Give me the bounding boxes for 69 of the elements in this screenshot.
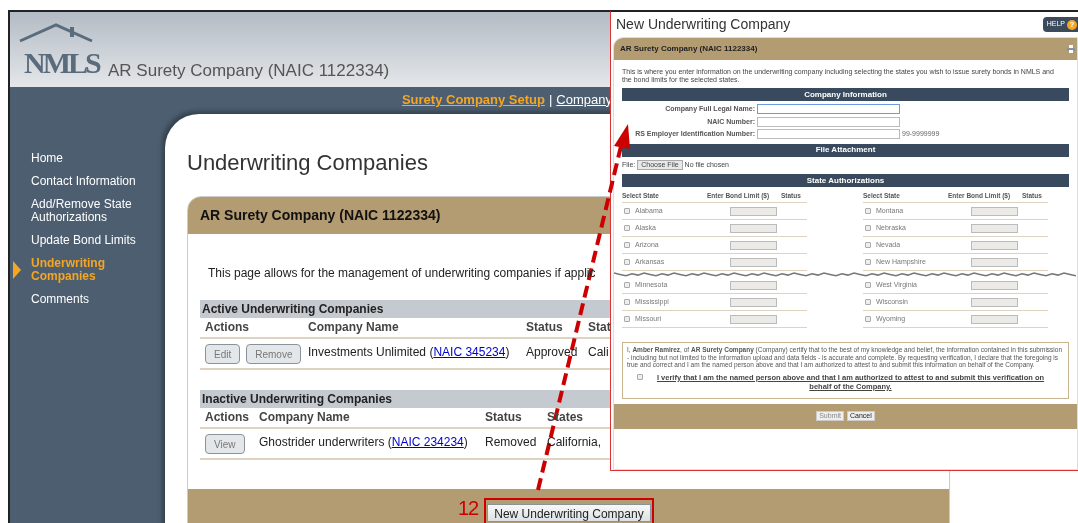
column-header: Status bbox=[485, 409, 523, 426]
bond-limit-field[interactable] bbox=[730, 206, 777, 216]
help-icon: ? bbox=[1067, 19, 1077, 30]
bond-limit-field[interactable] bbox=[971, 206, 1018, 216]
bond-limit-field[interactable] bbox=[971, 257, 1018, 267]
bond-limit-field[interactable] bbox=[730, 297, 777, 307]
bond-limit-field[interactable] bbox=[730, 280, 777, 290]
status-cell-text: Approved bbox=[526, 344, 579, 361]
action-button[interactable]: Remove bbox=[246, 344, 302, 364]
column-header: Actions bbox=[205, 409, 250, 426]
sidebar-item[interactable]: Home bbox=[31, 152, 157, 165]
checkbox[interactable] bbox=[865, 225, 871, 231]
sidebar-item[interactable]: Comments bbox=[31, 293, 157, 306]
page-header-title: AR Surety Company (NAIC 1122334) bbox=[108, 62, 390, 81]
checkbox[interactable] bbox=[865, 316, 871, 322]
column-header: Status bbox=[526, 319, 564, 336]
column-header: States bbox=[547, 409, 584, 426]
input-field[interactable] bbox=[757, 116, 900, 127]
action-button[interactable]: View bbox=[205, 434, 245, 454]
column-header: Company Name bbox=[308, 319, 400, 336]
checkbox[interactable] bbox=[624, 242, 630, 248]
states-cell-text: Cali bbox=[588, 344, 609, 361]
pointer-icon bbox=[13, 261, 21, 279]
bond-limit-field[interactable] bbox=[971, 314, 1018, 324]
checkbox[interactable] bbox=[865, 299, 871, 305]
checkbox[interactable] bbox=[865, 242, 871, 248]
states-cell-text: California, bbox=[547, 434, 602, 451]
bond-limit-field[interactable] bbox=[971, 223, 1018, 233]
bond-limit-field[interactable] bbox=[971, 297, 1018, 307]
checkbox[interactable] bbox=[624, 316, 630, 322]
input-field[interactable] bbox=[757, 129, 900, 140]
checkbox[interactable] bbox=[865, 259, 871, 265]
bond-limit-field[interactable] bbox=[971, 280, 1018, 290]
company-name: Investments Unlimited (NAIC 345234) bbox=[308, 344, 511, 361]
bond-limit-field[interactable] bbox=[730, 257, 777, 267]
sidebar-item[interactable]: Update Bond Limits bbox=[31, 234, 157, 247]
new-company-button[interactable]: New Underwriting Company bbox=[487, 504, 651, 522]
step-number: 12 bbox=[458, 498, 479, 518]
naic-link[interactable]: NAIC 345234 bbox=[433, 345, 506, 359]
sidebar-item[interactable]: Contact Information bbox=[31, 175, 157, 188]
checkbox[interactable] bbox=[624, 282, 630, 288]
section-header: State Authorizations bbox=[622, 174, 1069, 187]
dialog-title: New Underwriting Company bbox=[616, 15, 791, 34]
separator: | bbox=[548, 90, 553, 109]
checkbox[interactable] bbox=[624, 208, 630, 214]
section-header: Company Information bbox=[622, 88, 1069, 101]
bond-limit-field[interactable] bbox=[971, 240, 1018, 250]
printer-icon[interactable] bbox=[1067, 45, 1075, 53]
checkbox[interactable] bbox=[865, 208, 871, 214]
checkbox[interactable] bbox=[637, 373, 643, 380]
input-field[interactable] bbox=[757, 104, 900, 115]
checkbox[interactable] bbox=[624, 299, 630, 305]
checkbox[interactable] bbox=[624, 259, 630, 265]
action-button[interactable]: Edit bbox=[205, 344, 241, 364]
column-header: Company Name bbox=[259, 409, 351, 426]
bond-limit-field[interactable] bbox=[730, 223, 777, 233]
column-header: Actions bbox=[205, 319, 250, 336]
bond-limit-field[interactable] bbox=[730, 240, 777, 250]
checkbox[interactable] bbox=[865, 282, 871, 288]
section-header: File Attachment bbox=[622, 143, 1069, 157]
nav-link[interactable]: Company bbox=[556, 89, 612, 110]
dialog-header-title: AR Surety Company (NAIC 1122334) bbox=[620, 43, 758, 55]
sidebar-item[interactable]: Add/Remove State Authorizations bbox=[31, 198, 157, 224]
bond-limit-field[interactable] bbox=[730, 314, 777, 324]
logo: NMLS bbox=[18, 23, 102, 81]
company-name: Ghostrider underwriters (NAIC 234234) bbox=[259, 434, 469, 451]
status-cell-text: Removed bbox=[485, 434, 538, 451]
page-title: Underwriting Companies bbox=[187, 152, 428, 174]
checkbox[interactable] bbox=[624, 225, 630, 231]
